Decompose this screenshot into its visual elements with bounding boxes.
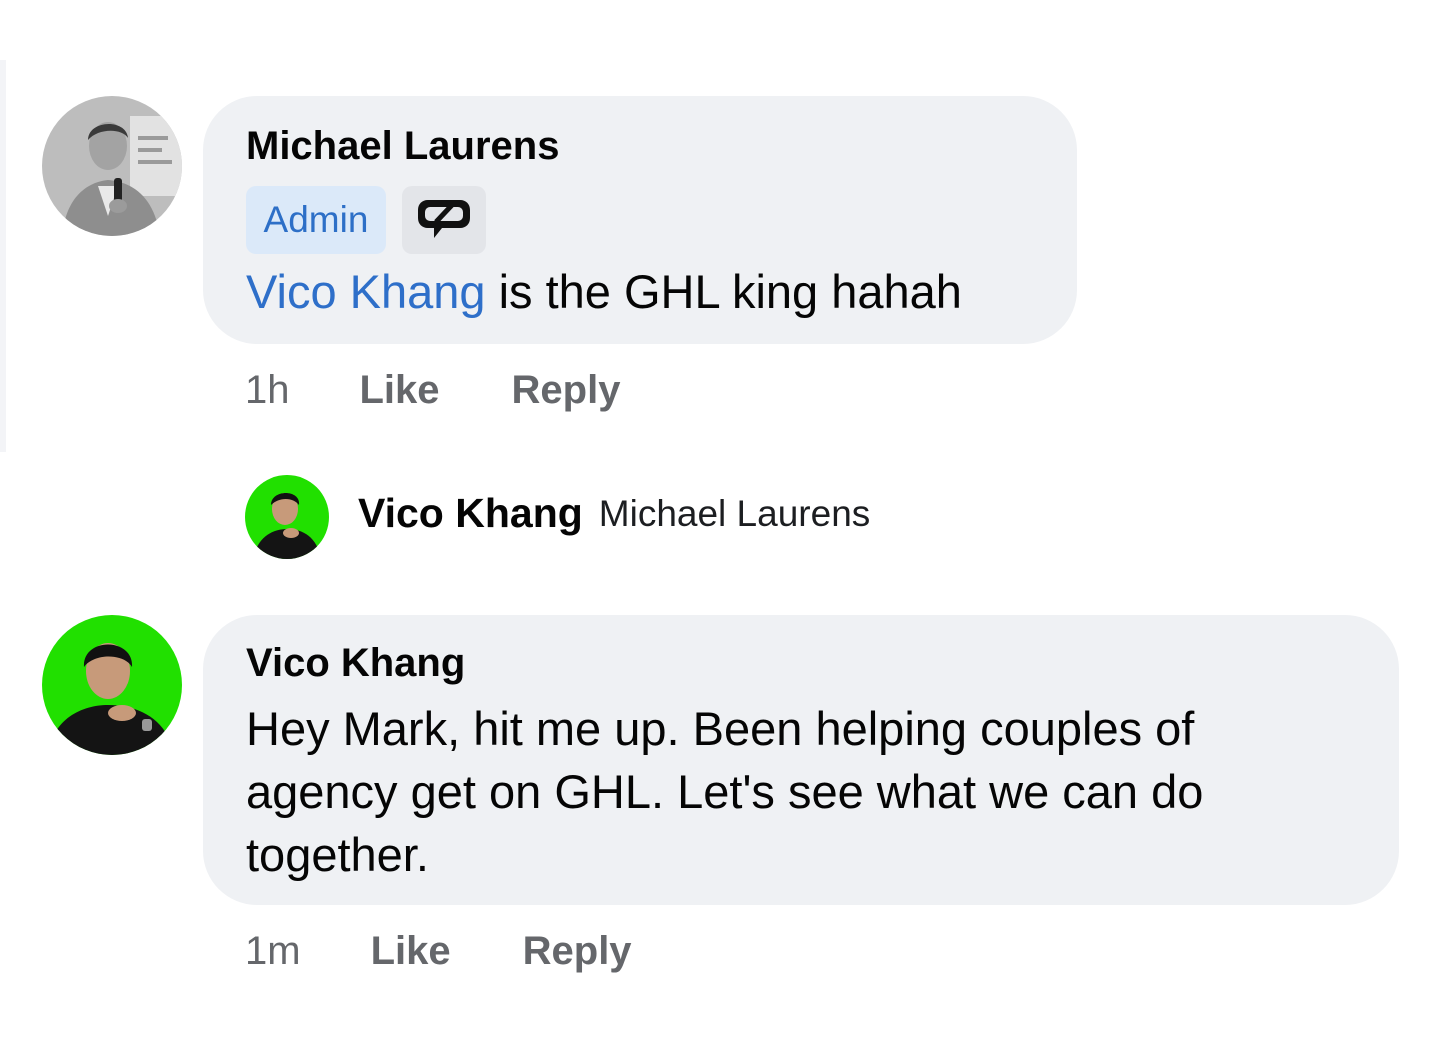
- comment-text-line-1: Hey Mark, hit me up. Been helping couple…: [246, 702, 1195, 755]
- reply-preview-author[interactable]: Vico Khang: [358, 490, 583, 537]
- comment-body: is the GHL king hahah: [485, 265, 962, 318]
- reply-button[interactable]: Reply: [512, 368, 621, 413]
- avatar-michael-laurens[interactable]: [42, 96, 182, 236]
- thread-connector-line: [0, 60, 6, 452]
- comment-bubble-vico: Vico Khang Hey Mark, hit me up. Been hel…: [203, 615, 1399, 905]
- reply-preview[interactable]: Vico Khang Michael Laurens: [358, 490, 870, 537]
- top-commenter-icon: [416, 196, 472, 245]
- like-button[interactable]: Like: [371, 929, 451, 974]
- admin-badge[interactable]: Admin: [246, 186, 386, 254]
- top-commenter-badge[interactable]: [402, 186, 486, 254]
- avatar-vico-khang[interactable]: [42, 615, 182, 755]
- comment-actions: 1m Like Reply: [245, 929, 632, 974]
- comment-timestamp[interactable]: 1h: [245, 368, 290, 413]
- comment-text-line-3: together.: [246, 828, 429, 881]
- mention-link[interactable]: Vico Khang: [246, 265, 486, 318]
- comment-actions: 1h Like Reply: [245, 368, 620, 413]
- reply-preview-snippet: Michael Laurens: [598, 492, 871, 534]
- comment-author[interactable]: Vico Khang: [246, 641, 465, 686]
- author-badges: Admin: [246, 186, 486, 254]
- comment-text-line-2: agency get on GHL. Let's see what we can…: [246, 765, 1204, 818]
- comment-author[interactable]: Michael Laurens: [246, 124, 559, 169]
- comment-text: Vico Khang is the GHL king hahah: [246, 260, 962, 323]
- like-button[interactable]: Like: [360, 368, 440, 413]
- comment-bubble-michael: Michael Laurens Admin Vico Khang is the …: [203, 96, 1077, 344]
- comment-timestamp[interactable]: 1m: [245, 929, 301, 974]
- avatar-vico-khang-small[interactable]: [245, 475, 329, 559]
- reply-button[interactable]: Reply: [523, 929, 632, 974]
